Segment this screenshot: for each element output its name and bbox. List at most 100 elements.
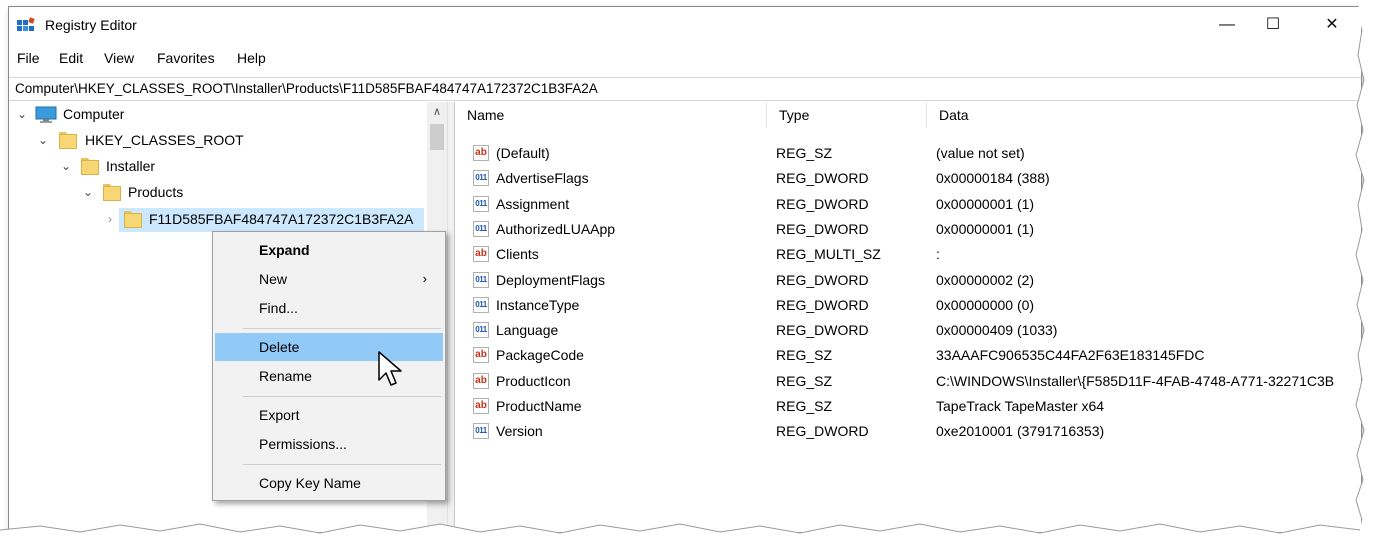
menu-separator	[243, 328, 441, 329]
menu-item-label: New	[259, 271, 288, 287]
string-value-icon: ab	[473, 347, 489, 364]
value-type: REG_DWORD	[776, 296, 869, 313]
table-row[interactable]: ab PackageCode REG_SZ 33AAAFC906535C44FA2F6…	[455, 343, 1361, 368]
menu-view[interactable]: View	[104, 50, 134, 66]
table-row[interactable]: 011 Language REG_DWORD 0x00000409 (1033)	[455, 318, 1361, 343]
value-type: REG_SZ	[776, 347, 833, 364]
value-data: 0x00000184 (388)	[936, 170, 1050, 187]
column-header-type[interactable]: Type	[767, 102, 927, 128]
value-name: PackageCode	[496, 347, 584, 364]
value-name: DeploymentFlags	[496, 271, 605, 288]
chevron-down-icon[interactable]: ⌄	[15, 102, 29, 126]
menu-item-expand[interactable]: Expand	[215, 236, 443, 264]
folder-icon	[59, 132, 77, 149]
tree-item-installer[interactable]: ⌄ Installer	[9, 154, 427, 178]
menu-separator	[243, 396, 441, 397]
value-data: TapeTrack TapeMaster x64	[936, 398, 1105, 414]
value-name: Version	[496, 423, 543, 440]
table-row[interactable]: ab (Default) REG_SZ (value not set)	[455, 141, 1361, 166]
value-type: REG_DWORD	[776, 195, 869, 212]
tree-item-hkey-classes-root[interactable]: ⌄ HKEY_CLASSES_ROOT	[9, 128, 427, 152]
value-name: AuthorizedLUAApp	[496, 220, 616, 237]
folder-icon	[103, 184, 121, 201]
chevron-right-icon: ›	[422, 271, 427, 286]
minimize-button[interactable]: —	[1204, 11, 1250, 39]
menu-bar: File Edit View Favorites Help	[9, 47, 1361, 69]
tree-label: Installer	[106, 158, 156, 174]
tree-item-products[interactable]: ⌄ Products	[9, 180, 427, 204]
value-data: 0x00000409 (1033)	[936, 322, 1058, 339]
menu-item-delete[interactable]: Delete	[215, 333, 443, 361]
column-header-data[interactable]: Data	[927, 102, 1361, 128]
menu-separator	[243, 464, 441, 465]
value-data: 0x00000001 (1)	[936, 220, 1035, 237]
value-type: REG_SZ	[776, 398, 833, 414]
table-row[interactable]: ab ProductName REG_SZ TapeTrack TapeMaster …	[455, 394, 1361, 419]
value-name: ProductIcon	[496, 372, 571, 389]
folder-icon	[81, 158, 99, 175]
tree-label: Products	[128, 184, 184, 200]
tree-item-computer[interactable]: ⌄ Computer	[9, 102, 427, 126]
menu-file[interactable]: File	[17, 50, 40, 66]
values-list: Name Type Data ab (Default) REG_SZ (value n…	[455, 102, 1361, 532]
string-value-icon: ab	[473, 398, 489, 414]
table-row[interactable]: ab Clients REG_MULTI_SZ:	[455, 242, 1361, 267]
value-type: REG_DWORD	[776, 220, 869, 237]
title-bar[interactable]: Registry Editor — ☐ ✕	[9, 7, 1361, 43]
value-type: REG_SZ	[776, 372, 833, 389]
registry-editor-app-icon	[17, 17, 35, 31]
menu-item-new[interactable]: New ›	[215, 265, 443, 293]
table-row[interactable]: 011 AdvertiseFlags REG_DWORD 0x00000184 (38…	[455, 166, 1361, 191]
chevron-right-icon[interactable]: ›	[103, 207, 117, 231]
minimize-icon: —	[1219, 16, 1235, 33]
chevron-down-icon[interactable]: ⌄	[36, 128, 50, 152]
value-name: InstanceType	[496, 296, 580, 313]
table-row[interactable]: 011 DeploymentFlags REG_DWORD 0x00000002 (2…	[455, 268, 1361, 293]
chevron-down-icon[interactable]: ⌄	[81, 180, 95, 204]
table-row[interactable]: 011 InstanceType REG_DWORD 0x00000000 (0)	[455, 293, 1361, 318]
scrollbar-thumb[interactable]	[430, 124, 444, 150]
address-bar[interactable]: Computer\HKEY_CLASSES_ROOT\Installer\Pro…	[9, 77, 1361, 101]
value-name: Assignment	[496, 195, 570, 212]
menu-item-permissions[interactable]: Permissions...	[215, 430, 443, 458]
value-type: REG_SZ	[776, 145, 833, 161]
address-path[interactable]: Computer\HKEY_CLASSES_ROOT\Installer\Pro…	[15, 81, 598, 96]
menu-item-rename[interactable]: Rename	[215, 362, 443, 390]
maximize-button[interactable]: ☐	[1250, 11, 1296, 39]
window-title: Registry Editor	[45, 17, 137, 33]
value-data: C:\WINDOWS\Installer\{F585D11F-4FAB-4748…	[936, 372, 1335, 389]
chevron-down-icon[interactable]: ⌄	[59, 154, 73, 178]
pane-splitter[interactable]	[447, 102, 455, 532]
menu-help[interactable]: Help	[237, 50, 266, 66]
value-data: 0x00000001 (1)	[936, 195, 1035, 212]
menu-item-find[interactable]: Find...	[215, 294, 443, 322]
table-row[interactable]: ab ProductIcon REG_SZ C:\WINDOWS\Installer\…	[455, 369, 1361, 394]
binary-value-icon: 011	[473, 423, 489, 440]
value-data: :	[936, 246, 940, 263]
value-type: REG_DWORD	[776, 322, 869, 339]
binary-value-icon: 011	[473, 195, 489, 212]
menu-edit[interactable]: Edit	[59, 50, 83, 66]
binary-value-icon: 011	[473, 296, 489, 313]
menu-favorites[interactable]: Favorites	[157, 50, 215, 66]
maximize-icon: ☐	[1265, 16, 1281, 33]
tree-item-product-key[interactable]: › F11D585FBAF484747A172372C1B3FA2A	[9, 207, 427, 231]
binary-value-icon: 011	[473, 322, 489, 339]
table-row[interactable]: 011 AuthorizedLUAApp REG_DWORD 0x00000001 (…	[455, 217, 1361, 242]
value-type: REG_MULTI_SZ	[776, 246, 881, 263]
computer-icon	[35, 106, 57, 123]
column-header-name[interactable]: Name	[455, 102, 767, 128]
mouse-pointer-icon	[378, 351, 402, 386]
context-menu: Expand New › Find... Delete Rename Expor…	[212, 231, 446, 501]
binary-value-icon: 011	[473, 271, 489, 288]
table-row[interactable]: 011 Version REG_DWORD 0xe2010001 (379171635…	[455, 419, 1361, 444]
close-icon: ✕	[1325, 16, 1339, 33]
tree-label: HKEY_CLASSES_ROOT	[85, 132, 244, 148]
menu-item-copy-key-name[interactable]: Copy Key Name	[215, 469, 443, 497]
table-row[interactable]: 011 Assignment REG_DWORD 0x00000001 (1)	[455, 192, 1361, 217]
scroll-up-arrow-icon[interactable]: ∧	[427, 102, 447, 122]
menu-item-export[interactable]: Export	[215, 401, 443, 429]
value-data: (value not set)	[936, 145, 1025, 161]
close-button[interactable]: ✕	[1309, 11, 1355, 39]
value-data: 33AAAFC906535C44FA2F63E183145FDC	[936, 347, 1205, 364]
